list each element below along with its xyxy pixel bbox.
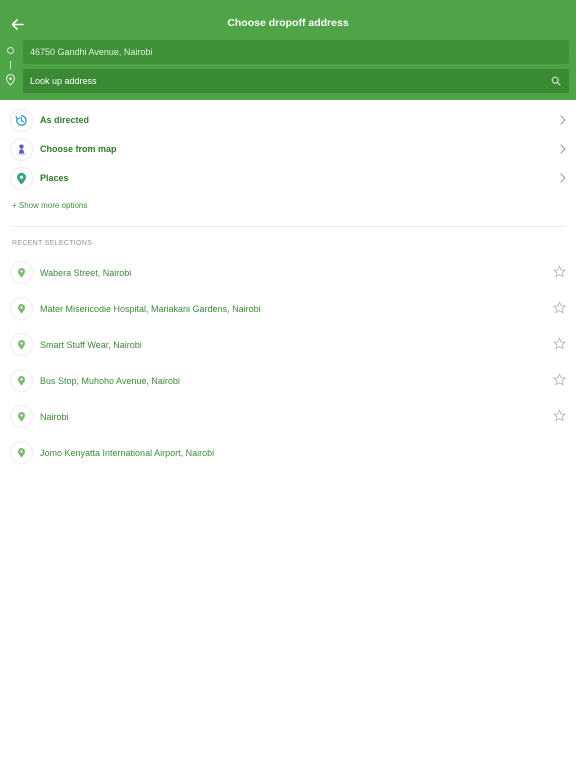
chevron-right-icon: [560, 144, 566, 154]
recent-item[interactable]: Jomo Kenyatta International Airport, Nai…: [0, 439, 576, 467]
recent-item[interactable]: Nairobi: [0, 403, 576, 431]
recent-item-label: Jomo Kenyatta International Airport, Nai…: [40, 448, 215, 458]
star-icon[interactable]: [553, 409, 566, 422]
star-icon[interactable]: [553, 265, 566, 278]
location-pin-icon: [11, 298, 32, 319]
page-title: Choose dropoff address: [227, 17, 349, 29]
recent-item[interactable]: Wabera Street, Nairobi: [0, 259, 576, 287]
option-as-directed[interactable]: As directed: [0, 107, 576, 133]
places-pin-icon: [11, 167, 32, 189]
recent-item-label: Nairobi: [40, 412, 69, 422]
destination-search-input[interactable]: [30, 76, 530, 86]
option-choose-from-map[interactable]: Choose from map: [0, 136, 576, 162]
origin-field[interactable]: 46750 Gandhi Avenue, Nairobi: [23, 40, 569, 64]
location-pin-icon: [11, 442, 32, 463]
origin-value: 46750 Gandhi Avenue, Nairobi: [30, 47, 153, 57]
app-header: Choose dropoff address 46750 Gandhi Aven…: [0, 0, 576, 100]
recent-item-label: Bus Stop, Muhoho Avenue, Nairobi: [40, 376, 180, 386]
chevron-right-icon: [560, 173, 566, 183]
divider: [12, 226, 565, 227]
option-label: Places: [40, 173, 69, 183]
location-pin-icon: [11, 370, 32, 391]
recent-item[interactable]: Bus Stop, Muhoho Avenue, Nairobi: [0, 367, 576, 395]
route-indicator: [5, 44, 19, 88]
location-pin-icon: [11, 406, 32, 427]
recent-item[interactable]: Mater Misericodie Hospital, Mariakani Ga…: [0, 295, 576, 323]
option-places[interactable]: Places: [0, 165, 576, 191]
recent-selections-header: RECENT SELECTIONS: [12, 240, 93, 247]
route-line: [10, 61, 12, 69]
recent-item-label: Mater Misericodie Hospital, Mariakani Ga…: [40, 304, 261, 314]
star-icon[interactable]: [553, 301, 566, 314]
location-pin-icon: [11, 334, 32, 355]
search-icon[interactable]: [551, 76, 561, 86]
as-directed-icon: [11, 109, 32, 131]
origin-dot-icon: [7, 47, 14, 54]
show-more-options-link[interactable]: + Show more options: [12, 201, 87, 210]
map-person-icon: [11, 138, 32, 160]
option-label: As directed: [40, 115, 90, 125]
star-icon[interactable]: [553, 337, 566, 350]
chevron-right-icon: [560, 115, 566, 125]
star-icon[interactable]: [553, 373, 566, 386]
location-pin-icon: [11, 262, 32, 283]
recent-item[interactable]: Smart Stuff Wear, Nairobi: [0, 331, 576, 359]
destination-pin-icon: [5, 74, 16, 86]
recent-item-label: Smart Stuff Wear, Nairobi: [40, 340, 142, 350]
recent-item-label: Wabera Street, Nairobi: [40, 268, 132, 278]
destination-field[interactable]: [23, 69, 569, 93]
option-label: Choose from map: [40, 144, 117, 154]
